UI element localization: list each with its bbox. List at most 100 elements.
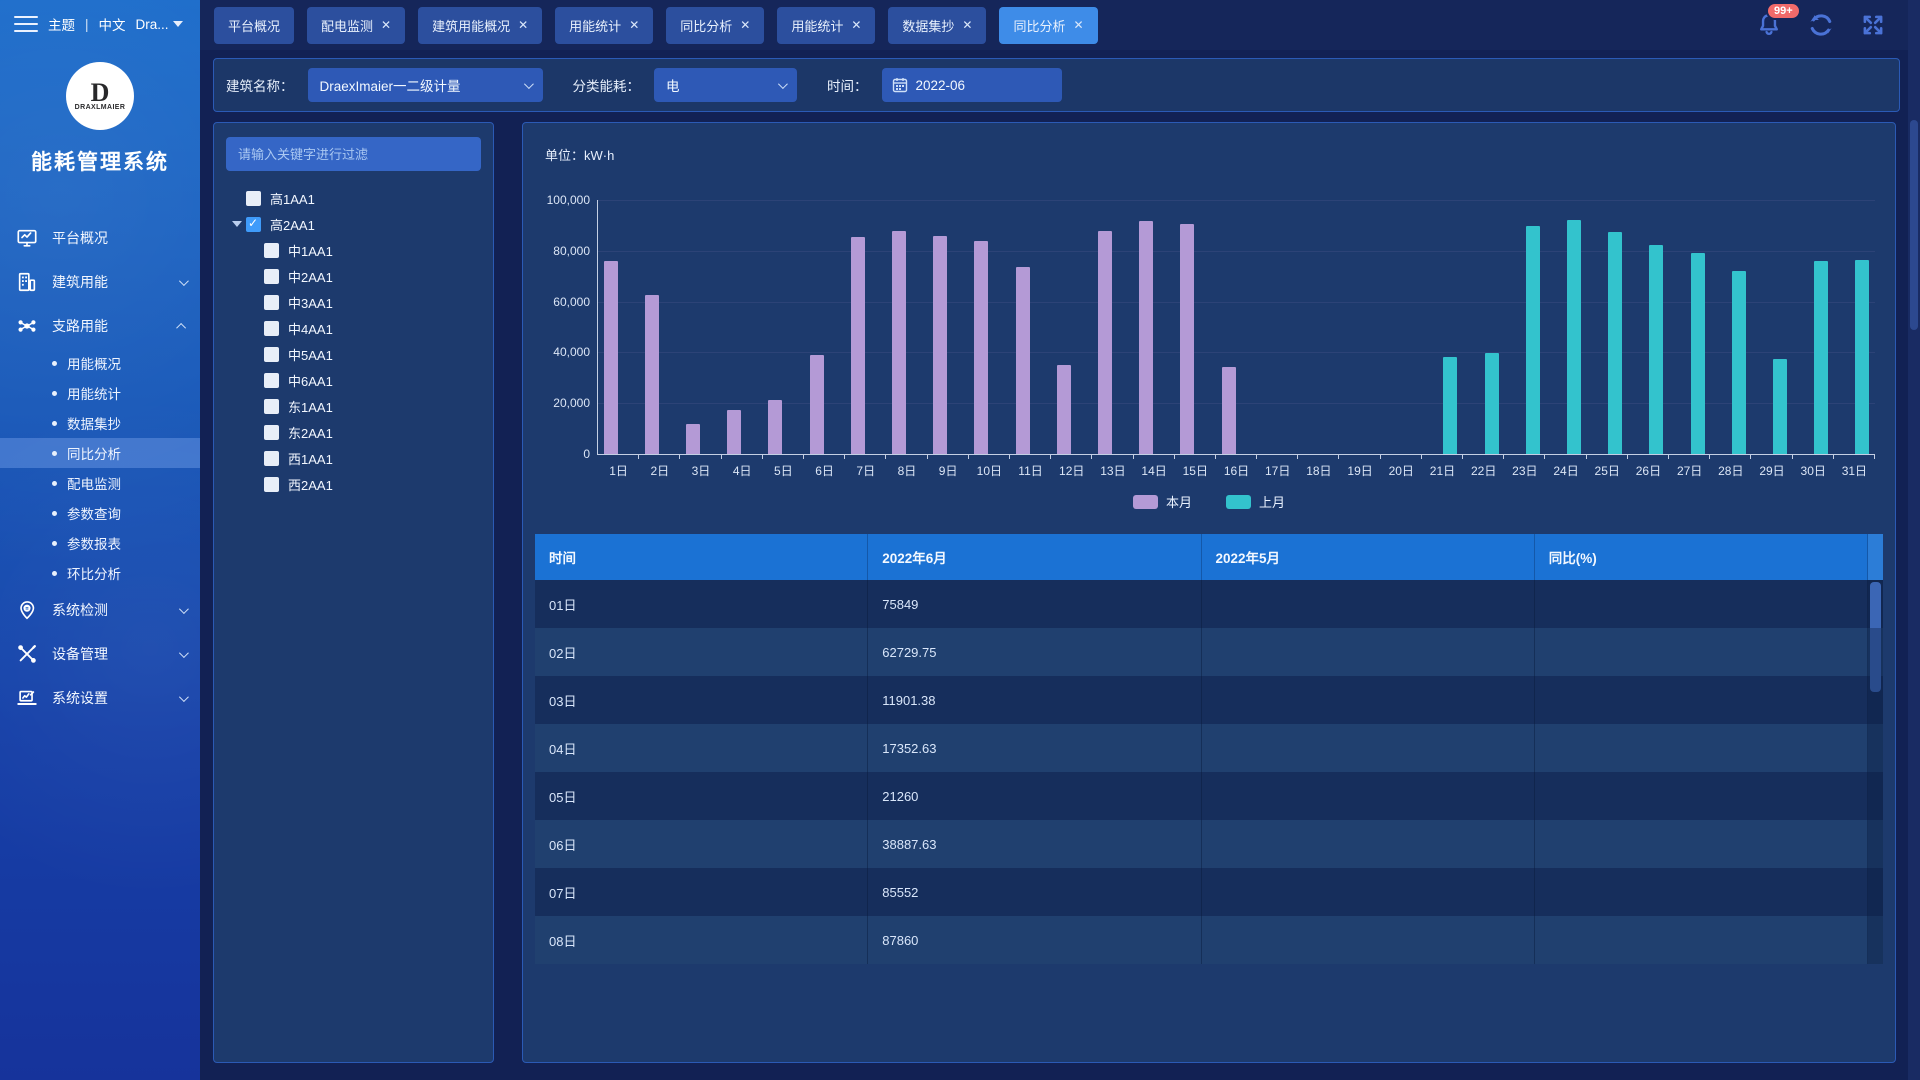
tab-配电监测[interactable]: 配电监测 ✕ — [307, 7, 405, 44]
table-scrollbar[interactable] — [1868, 676, 1883, 724]
table-row[interactable]: 06日38887.63 — [535, 820, 1883, 868]
table-row[interactable]: 02日62729.75 — [535, 628, 1883, 676]
tree-node-中3AA1[interactable]: 中3AA1 — [226, 289, 481, 315]
table-scrollbar[interactable] — [1868, 772, 1883, 820]
theme-label[interactable]: 主题 — [48, 14, 75, 34]
close-icon[interactable]: ✕ — [962, 19, 972, 31]
table-row[interactable]: 08日87860 — [535, 916, 1883, 964]
tab-用能统计[interactable]: 用能统计 ✕ — [777, 7, 875, 44]
x-axis-tick-label: 27日 — [1677, 462, 1702, 479]
checkbox[interactable] — [246, 191, 261, 206]
bar-上月-22日 — [1485, 353, 1499, 454]
checkbox[interactable] — [264, 399, 279, 414]
sidebar-item-4[interactable]: 系统检测 — [0, 588, 200, 632]
sidebar-subitem-参数查询[interactable]: 参数查询 — [0, 498, 200, 528]
tree-node-东2AA1[interactable]: 东2AA1 — [226, 419, 481, 445]
sidebar-subitem-数据集抄[interactable]: 数据集抄 — [0, 408, 200, 438]
tree-search-input[interactable] — [238, 147, 469, 162]
hamburger-menu-icon[interactable] — [14, 16, 38, 32]
tab-同比分析[interactable]: 同比分析✕ — [999, 7, 1097, 44]
checkbox[interactable] — [264, 425, 279, 440]
y-axis-tick-label: 20,000 — [553, 396, 590, 410]
sidebar-item-3[interactable]: 支路用能 — [0, 304, 200, 348]
table-scrollbar[interactable] — [1868, 628, 1883, 676]
checkbox[interactable] — [264, 451, 279, 466]
table-scrollbar[interactable] — [1868, 916, 1883, 964]
energy-type-select[interactable]: 电 — [654, 68, 797, 102]
tab-数据集抄[interactable]: 数据集抄✕ — [888, 7, 986, 44]
sidebar-item-1[interactable]: 平台概况 — [0, 216, 200, 260]
sidebar-subitem-用能统计[interactable]: 用能统计 — [0, 378, 200, 408]
legend-item-本月[interactable]: 本月 — [1133, 492, 1192, 511]
language-label[interactable]: 中文 — [99, 14, 126, 34]
chevron-down-icon — [179, 604, 189, 614]
sidebar-subitem-label: 参数查询 — [67, 503, 121, 523]
tree-node-高2AA1[interactable]: 高2AA1 — [226, 211, 481, 237]
sidebar-subitem-配电监测[interactable]: 配电监测 — [0, 468, 200, 498]
table-row[interactable]: 01日75849 — [535, 580, 1883, 628]
x-axis-tick — [1503, 454, 1504, 459]
checkbox[interactable] — [264, 373, 279, 388]
tree-node-西2AA1[interactable]: 西2AA1 — [226, 471, 481, 497]
tab-label: 用能统计 — [791, 16, 843, 35]
close-icon[interactable]: ✕ — [851, 19, 861, 31]
table-scrollbar[interactable] — [1868, 820, 1883, 868]
refresh-icon[interactable] — [1806, 10, 1836, 40]
tab-用能统计[interactable]: 用能统计✕ — [555, 7, 653, 44]
close-icon[interactable]: ✕ — [381, 19, 391, 31]
tree-node-中6AA1[interactable]: 中6AA1 — [226, 367, 481, 393]
table-scrollbar[interactable] — [1868, 868, 1883, 916]
table-row[interactable]: 04日17352.63 — [535, 724, 1883, 772]
user-menu[interactable]: Dra... — [136, 17, 183, 32]
tab-平台概况[interactable]: 平台概况 — [214, 7, 294, 44]
tree-node-中1AA1[interactable]: 中1AA1 — [226, 237, 481, 263]
tab-建筑用能概况[interactable]: 建筑用能概况✕ — [418, 7, 542, 44]
tab-同比分析[interactable]: 同比分析✕ — [666, 7, 764, 44]
tree-node-中2AA1[interactable]: 中2AA1 — [226, 263, 481, 289]
x-axis-tick — [1215, 454, 1216, 459]
table-row[interactable]: 07日85552 — [535, 868, 1883, 916]
close-icon[interactable]: ✕ — [629, 19, 639, 31]
sidebar-subitem-用能概况[interactable]: 用能概况 — [0, 348, 200, 378]
checkbox[interactable] — [264, 477, 279, 492]
close-icon[interactable]: ✕ — [740, 19, 750, 31]
tab-label: 配电监测 — [321, 16, 373, 35]
sidebar-item-label: 建筑用能 — [52, 272, 108, 292]
fullscreen-icon[interactable] — [1858, 10, 1888, 40]
checkbox[interactable] — [264, 269, 279, 284]
gridline — [598, 200, 1875, 201]
legend-item-上月[interactable]: 上月 — [1226, 492, 1285, 511]
notification-bell-icon[interactable]: 99+ — [1754, 10, 1784, 40]
date-picker[interactable]: 2022-06 — [882, 68, 1062, 102]
table-scrollbar[interactable] — [1868, 724, 1883, 772]
building-select[interactable]: DraexImaier一二级计量 — [308, 68, 543, 102]
bar-上月-26日 — [1649, 245, 1663, 454]
checkbox[interactable] — [246, 217, 261, 232]
close-icon[interactable]: ✕ — [1074, 19, 1084, 31]
close-icon[interactable]: ✕ — [518, 19, 528, 31]
tree-node-西1AA1[interactable]: 西1AA1 — [226, 445, 481, 471]
table-scrollbar[interactable] — [1868, 580, 1883, 628]
sidebar-subitem-同比分析[interactable]: 同比分析 — [0, 438, 200, 468]
sidebar-item-6[interactable]: 系统设置 — [0, 676, 200, 720]
x-axis-tick-label: 24日 — [1553, 462, 1578, 479]
checkbox[interactable] — [264, 295, 279, 310]
bullet-icon — [52, 391, 57, 396]
sidebar-subitem-环比分析[interactable]: 环比分析 — [0, 558, 200, 588]
sidebar-item-2[interactable]: 建筑用能 — [0, 260, 200, 304]
tab-bar: 平台概况配电监测✕建筑用能概况✕用能统计✕同比分析✕用能统计✕数据集抄✕同比分析… — [200, 0, 1920, 50]
table-row[interactable]: 03日11901.38 — [535, 676, 1883, 724]
table-row[interactable]: 05日21260 — [535, 772, 1883, 820]
tree-node-中5AA1[interactable]: 中5AA1 — [226, 341, 481, 367]
sidebar-item-5[interactable]: 设备管理 — [0, 632, 200, 676]
expander-icon[interactable] — [228, 221, 246, 227]
page-scrollbar[interactable] — [1908, 0, 1920, 1080]
checkbox[interactable] — [264, 347, 279, 362]
tree-node-高1AA1[interactable]: 高1AA1 — [226, 185, 481, 211]
checkbox[interactable] — [264, 243, 279, 258]
checkbox[interactable] — [264, 321, 279, 336]
tree-node-东1AA1[interactable]: 东1AA1 — [226, 393, 481, 419]
sidebar-subitem-参数报表[interactable]: 参数报表 — [0, 528, 200, 558]
tree-node-中4AA1[interactable]: 中4AA1 — [226, 315, 481, 341]
legend-swatch — [1133, 495, 1158, 509]
